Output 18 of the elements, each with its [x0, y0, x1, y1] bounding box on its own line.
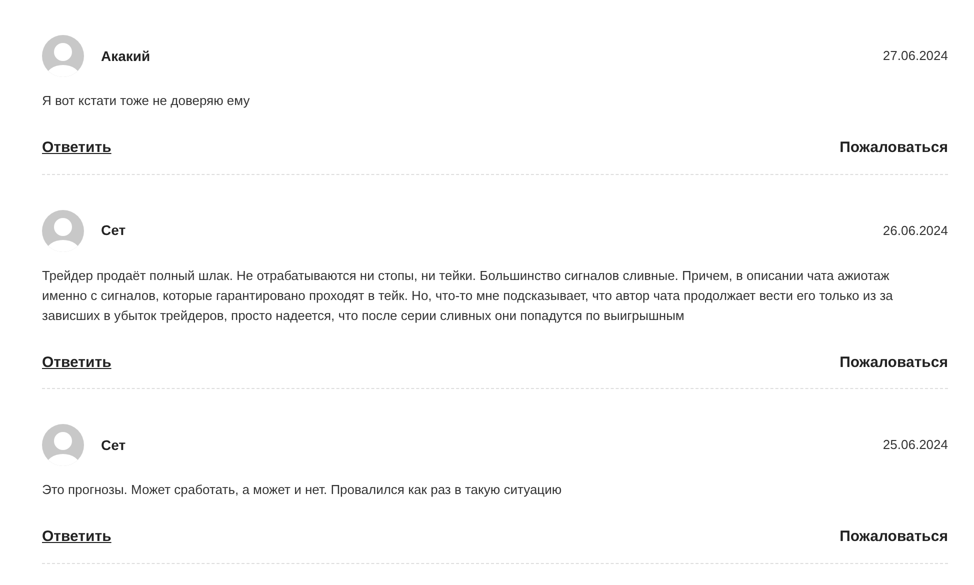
- comment-text: Трейдер продаёт полный шлак. Не отрабатываются ни стопы, ни тейки. Большинство сигналов сливные. Причем, в описании чата ажиотаж именно с сигналов, которые гарантировано проходят в тейк. Но, что-то мне подсказывает, что автор чата продолжает вести его только из за зависших в убыток трейдеров, просто надеется, что после серии сливных они попадутся по выигрышным: [42, 266, 894, 325]
- comment-date: 26.06.2024: [882, 222, 948, 240]
- comment-date: 25.06.2024: [882, 436, 948, 454]
- comment-date: 27.06.2024: [882, 47, 948, 66]
- author-name: Акакий: [101, 46, 150, 66]
- author-name: Сет: [101, 221, 126, 240]
- reply-link[interactable]: Ответить: [42, 352, 112, 374]
- avatar-icon: [42, 210, 84, 252]
- reply-link[interactable]: Ответить: [42, 526, 112, 548]
- avatar-icon: [42, 35, 84, 77]
- report-link[interactable]: Пожаловаться: [840, 137, 948, 160]
- comment-text: Я вот кстати тоже не доверяю ему: [42, 92, 251, 110]
- comment-text: Это прогнозы. Может сработать, а может и нет. Провалился как раз в такую ситуацию: [42, 481, 563, 499]
- report-link[interactable]: Пожаловаться: [840, 526, 948, 548]
- report-link[interactable]: Пожаловаться: [840, 352, 948, 374]
- reply-link[interactable]: Ответить: [42, 137, 112, 160]
- avatar-icon: [42, 424, 84, 466]
- author-name: Сет: [101, 436, 126, 454]
